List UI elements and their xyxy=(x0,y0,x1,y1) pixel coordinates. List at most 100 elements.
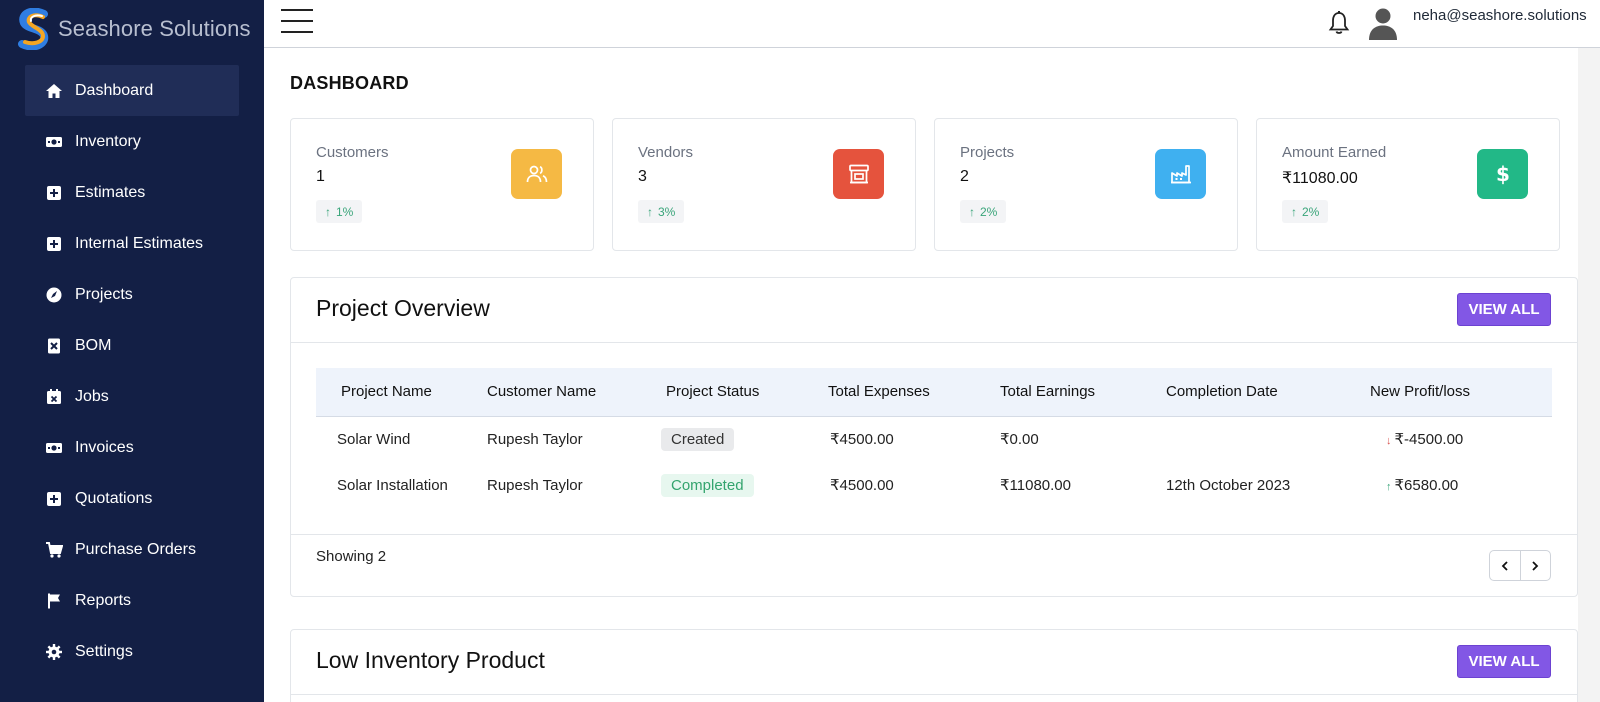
stat-value: 2 xyxy=(960,168,969,185)
sidebar-item-label: Quotations xyxy=(75,489,153,507)
file-x-icon xyxy=(45,337,63,355)
user-avatar-icon[interactable] xyxy=(1367,6,1399,40)
main-content: DASHBOARD Customers 1 ↑ 1% Vendors 3 ↑ 3% … xyxy=(264,48,1600,702)
plus-square-icon xyxy=(45,235,63,253)
sidebar-item-reports[interactable]: Reports xyxy=(25,575,239,626)
money-icon xyxy=(45,133,63,151)
sidebar-item-bom[interactable]: BOM xyxy=(25,320,239,371)
arrow-down-icon: ↓ xyxy=(1386,435,1392,448)
panel-divider xyxy=(291,694,1577,695)
brand[interactable]: Seashore Solutions xyxy=(0,0,264,58)
factory-icon xyxy=(1155,149,1206,199)
table-row[interactable]: Solar Wind Rupesh Taylor Created ₹4500.0… xyxy=(316,416,1552,462)
total-earnings: ₹11080.00 xyxy=(1000,477,1071,494)
stat-delta-badge: ↑ 3% xyxy=(638,200,685,223)
seashore-logo-icon xyxy=(16,7,52,51)
stat-value: 3 xyxy=(638,168,647,185)
stat-card-customers: Customers 1 ↑ 1% xyxy=(290,118,594,251)
stat-label: Amount Earned xyxy=(1282,144,1387,161)
table-row[interactable]: Solar Installation Rupesh Taylor Complet… xyxy=(316,462,1552,508)
completion-date xyxy=(1166,416,1370,462)
arrow-up-icon: ↑ xyxy=(969,204,975,219)
panel-title: Low Inventory Product xyxy=(316,647,545,673)
status-badge: Created xyxy=(661,427,735,451)
stat-label: Customers xyxy=(316,144,389,161)
page-title: DASHBOARD xyxy=(290,73,409,93)
total-expenses: ₹4500.00 xyxy=(830,431,894,449)
svg-text:$: $ xyxy=(1496,162,1510,186)
users-icon xyxy=(511,149,562,199)
column-header[interactable]: New Profit/loss xyxy=(1370,368,1552,416)
sidebar-item-label: Invoices xyxy=(75,438,134,456)
column-header[interactable]: Total Expenses xyxy=(828,368,1000,416)
panel-divider xyxy=(291,342,1577,343)
arrow-up-icon: ↑ xyxy=(1386,481,1392,493)
sidebar-item-inventory[interactable]: Inventory xyxy=(25,116,239,167)
previous-page-icon[interactable] xyxy=(1490,551,1521,580)
stat-delta-badge: ↑ 2% xyxy=(960,200,1007,223)
total-earnings: ₹0.00 xyxy=(1000,431,1039,449)
dollar-icon: $ xyxy=(1477,149,1528,199)
column-header[interactable]: Project Name xyxy=(316,368,487,416)
brand-name: Seashore Solutions xyxy=(58,16,251,41)
customer-name: Rupesh Taylor xyxy=(487,476,583,494)
sidebar-item-label: Reports xyxy=(75,591,132,609)
view-all-button[interactable]: VIEW ALL xyxy=(1457,293,1551,326)
profit-loss: ↓ ₹-4500.00 xyxy=(1370,416,1552,462)
home-icon xyxy=(45,82,63,100)
sidebar-item-dashboard[interactable]: Dashboard xyxy=(25,65,239,116)
stat-card-vendors: Vendors 3 ↑ 3% xyxy=(612,118,916,251)
profit-loss: ↑ ₹6580.00 xyxy=(1370,462,1552,508)
sidebar-item-quotations[interactable]: Quotations xyxy=(25,473,239,524)
bell-icon[interactable] xyxy=(1327,10,1351,36)
project-name: Solar Installation xyxy=(337,476,448,494)
project-overview-panel: Project Overview VIEW ALL Project Name C… xyxy=(290,277,1578,597)
stat-value: ₹11080.00 xyxy=(1282,170,1358,187)
sidebar-item-jobs[interactable]: Jobs xyxy=(25,371,239,422)
sidebar-item-invoices[interactable]: Invoices xyxy=(25,422,239,473)
customer-name: Rupesh Taylor xyxy=(487,430,583,448)
sidebar: Seashore Solutions Dashboard Inventory E… xyxy=(0,0,264,702)
topbar: neha@seashore.solutions xyxy=(264,0,1600,48)
sidebar-item-settings[interactable]: Settings xyxy=(25,626,239,677)
pagination xyxy=(1489,550,1551,581)
stat-value: 1 xyxy=(316,168,325,185)
sidebar-item-label: Estimates xyxy=(75,183,146,201)
column-header[interactable]: Project Status xyxy=(666,368,828,416)
status-badge: Completed xyxy=(661,473,754,497)
sidebar-item-label: Inventory xyxy=(75,132,141,150)
compass-icon xyxy=(45,286,63,304)
sidebar-item-internal-estimates[interactable]: Internal Estimates xyxy=(25,218,239,269)
vertical-scrollbar[interactable] xyxy=(1578,48,1600,702)
column-header[interactable]: Customer Name xyxy=(487,368,666,416)
view-all-button[interactable]: VIEW ALL xyxy=(1457,645,1551,678)
profit-value: ₹-4500.00 xyxy=(1394,431,1464,449)
stat-delta-badge: ↑ 1% xyxy=(316,200,363,223)
sidebar-item-estimates[interactable]: Estimates xyxy=(25,167,239,218)
sidebar-item-label: BOM xyxy=(75,336,112,354)
sidebar-item-label: Projects xyxy=(75,285,133,303)
user-email[interactable]: neha@seashore.solutions xyxy=(1413,7,1587,24)
panel-divider xyxy=(291,534,1577,535)
stat-delta-value: 2% xyxy=(980,204,998,219)
column-header[interactable]: Completion Date xyxy=(1166,368,1370,416)
menu-toggle-icon[interactable] xyxy=(281,9,313,33)
stat-delta-badge: ↑ 2% xyxy=(1282,200,1329,223)
total-expenses: ₹4500.00 xyxy=(830,477,894,494)
stat-card-amount-earned: Amount Earned ₹11080.00 ↑ 2% $ xyxy=(1256,118,1560,251)
plus-square-icon xyxy=(45,184,63,202)
column-header[interactable]: Total Earnings xyxy=(1000,368,1166,416)
profit-value: ₹6580.00 xyxy=(1394,477,1459,494)
calendar-x-icon xyxy=(45,388,63,406)
arrow-up-icon: ↑ xyxy=(325,204,331,219)
sidebar-item-projects[interactable]: Projects xyxy=(25,269,239,320)
next-page-icon[interactable] xyxy=(1521,551,1551,580)
stat-label: Vendors xyxy=(638,144,694,161)
store-icon xyxy=(833,149,884,199)
completion-date: 12th October 2023 xyxy=(1166,476,1291,494)
low-inventory-panel: Low Inventory Product VIEW ALL xyxy=(290,629,1578,702)
panel-title: Project Overview xyxy=(316,295,490,321)
sidebar-item-purchase-orders[interactable]: Purchase Orders xyxy=(25,524,239,575)
plus-square-icon xyxy=(45,490,63,508)
sidebar-nav: Dashboard Inventory Estimates Internal E… xyxy=(0,65,264,677)
